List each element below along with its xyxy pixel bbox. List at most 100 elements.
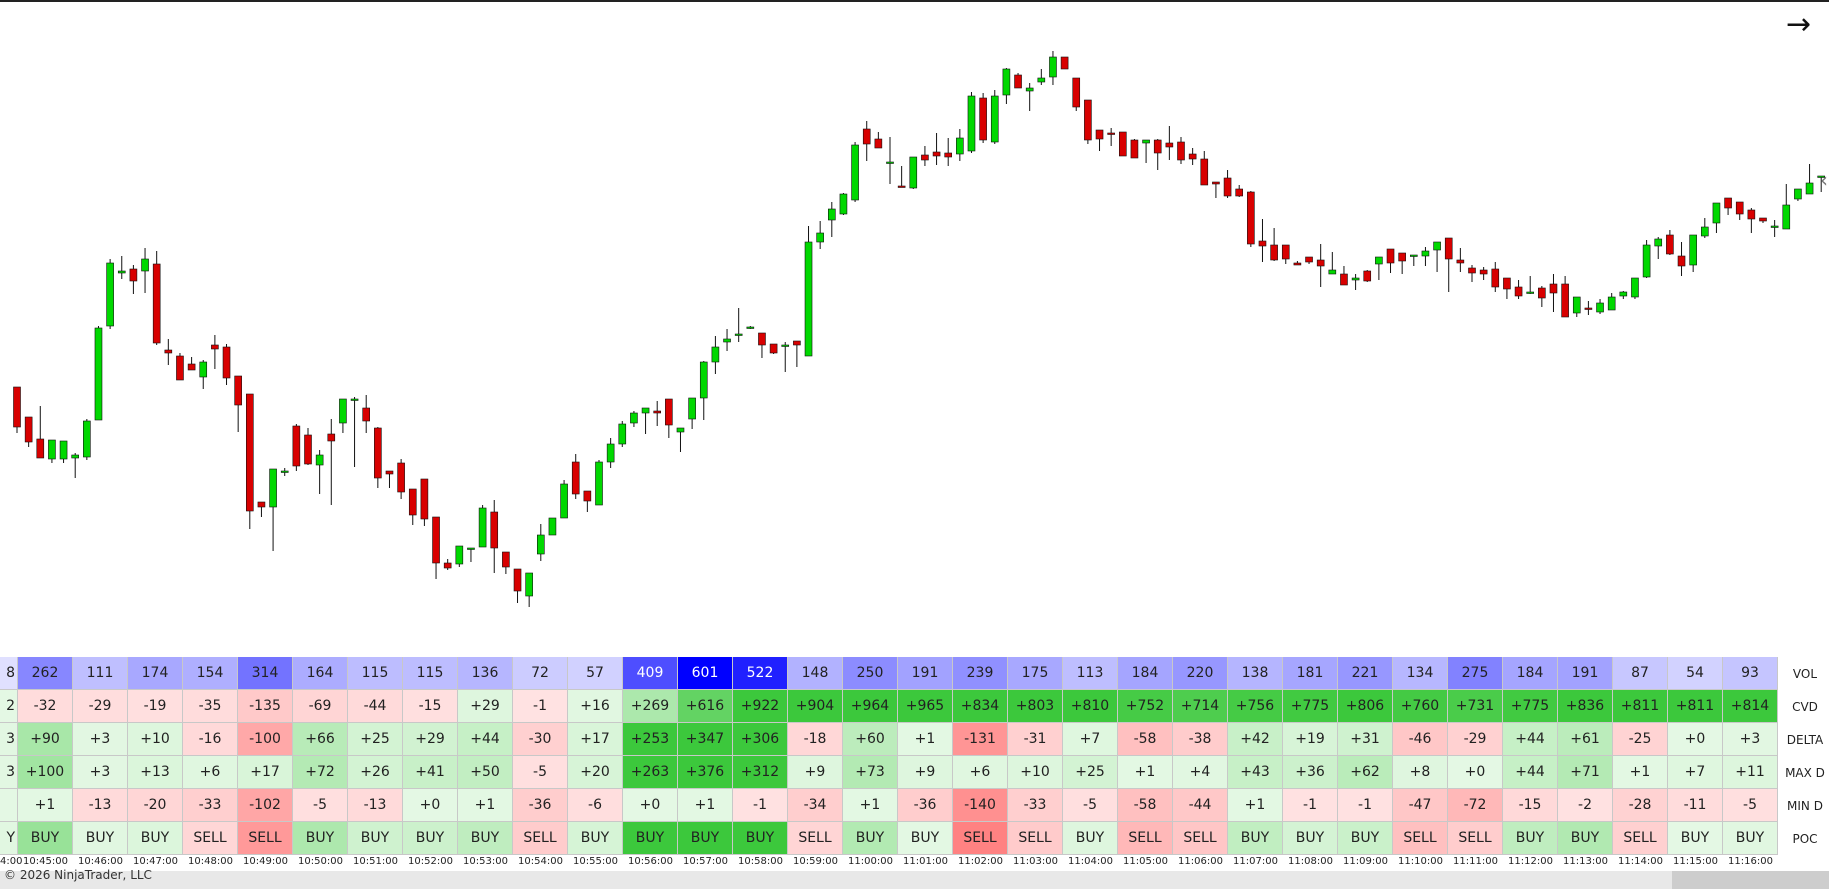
delta-cell: -29 <box>1448 723 1503 756</box>
candle <box>1212 181 1220 198</box>
max-delta-cell: +1 <box>1613 756 1668 789</box>
candle <box>1619 291 1628 299</box>
vol-cell: 154 <box>183 657 238 690</box>
horizontal-scrollbar[interactable] <box>0 871 1829 889</box>
candle-body <box>548 517 557 536</box>
poc-cell: SELL <box>1448 822 1503 855</box>
candle-body <box>781 344 790 347</box>
min-delta-cell: -6 <box>568 789 623 822</box>
max-delta-cell: +8 <box>1393 756 1448 789</box>
time-label: 10:44:00 <box>0 856 23 867</box>
candle-body <box>886 161 894 164</box>
candle <box>525 572 533 607</box>
time-label: 10:59:00 <box>793 856 838 867</box>
poc-cell: BUY <box>348 822 403 855</box>
delta-cell: -31 <box>1008 723 1063 756</box>
delta-cell: -131 <box>953 723 1008 756</box>
candle <box>1177 137 1185 164</box>
candle-body <box>187 363 196 371</box>
max-delta-cell: +13 <box>128 756 183 789</box>
candle <box>956 129 964 161</box>
vol-cell: 115 <box>348 657 403 690</box>
poc-cell: SELL <box>1613 822 1668 855</box>
candle-body <box>1666 234 1674 255</box>
order-flow-grid: 8 2 3 3 Y 262 -32 +90 +100 +1 BUY 111 -29 +3 +3 -13 BUY 1… <box>0 657 1829 855</box>
candle-body <box>944 152 953 158</box>
max-delta-cell: +312 <box>733 756 788 789</box>
candle-body <box>117 270 126 274</box>
poc-cell: BUY <box>1723 822 1778 855</box>
candle <box>862 121 871 161</box>
candle-body <box>653 410 662 414</box>
candle-body <box>36 438 45 459</box>
candle <box>1747 208 1756 233</box>
candle-body <box>630 412 638 424</box>
candle <box>176 353 184 381</box>
candle-body <box>862 128 871 145</box>
candle <box>1363 270 1372 282</box>
candle-body <box>1107 132 1115 135</box>
max-delta-cell: +3 <box>73 756 128 789</box>
candle <box>59 440 68 463</box>
candle-body <box>1503 277 1511 290</box>
candle-body <box>990 95 999 143</box>
candle-body <box>1759 217 1767 222</box>
candle-body <box>1456 259 1465 264</box>
candle <box>13 386 21 433</box>
candle-body <box>827 208 836 221</box>
candle <box>1433 241 1441 272</box>
candle-body <box>1049 56 1057 78</box>
poc-cell: BUY <box>18 822 73 855</box>
candle <box>1689 234 1697 272</box>
candle <box>1642 240 1651 278</box>
time-label: 10:49:00 <box>243 856 288 867</box>
poc-cell: BUY <box>678 822 733 855</box>
cvd-cell: +29 <box>458 690 513 723</box>
time-label: 10:52:00 <box>408 856 453 867</box>
candle <box>397 459 405 499</box>
time-label: 11:14:00 <box>1618 856 1663 867</box>
vol-cell: 275 <box>1448 657 1503 690</box>
candle <box>653 401 662 426</box>
candle <box>793 340 801 367</box>
poc-cell: BUY <box>733 822 788 855</box>
candle <box>408 488 417 525</box>
min-delta-cell: -5 <box>1723 789 1778 822</box>
delta-cell: +66 <box>293 723 348 756</box>
time-label: 11:04:00 <box>1068 856 1113 867</box>
candle <box>1421 247 1430 266</box>
vol-cell: 409 <box>623 657 678 690</box>
candle <box>1701 218 1709 238</box>
candle-body <box>502 551 510 568</box>
cvd-cell: +731 <box>1448 690 1503 723</box>
time-label: 11:05:00 <box>1123 856 1168 867</box>
candle-body <box>688 397 696 420</box>
cvd-cell: +775 <box>1283 690 1338 723</box>
candle <box>979 93 987 143</box>
candle-body <box>932 151 941 157</box>
candle <box>1258 219 1267 262</box>
row-label: POC <box>1792 831 1818 846</box>
candle <box>36 406 45 459</box>
candle-body <box>1119 131 1127 157</box>
delta-cell: +10 <box>128 723 183 756</box>
candle-body <box>83 420 91 458</box>
candle-body <box>234 375 242 406</box>
candle-body <box>723 338 731 343</box>
candle <box>839 193 848 215</box>
candle <box>1468 265 1476 282</box>
delta-cell: +29 <box>403 723 458 756</box>
candle-body <box>536 534 545 555</box>
vol-cell: 174 <box>128 657 183 690</box>
scrollbar-thumb[interactable] <box>1672 871 1829 889</box>
candle-body <box>1572 296 1581 314</box>
candle-body <box>432 516 440 564</box>
candle-body <box>618 423 627 445</box>
candle <box>1305 256 1313 264</box>
copyright-text: © 2026 NinjaTrader, LLC <box>4 868 152 882</box>
max-delta-cell: +0 <box>1448 756 1503 789</box>
candle <box>1084 99 1092 144</box>
price-chart[interactable] <box>0 2 1829 657</box>
right-arrow-icon[interactable]: → <box>1786 10 1811 40</box>
candle-body <box>1747 209 1756 220</box>
